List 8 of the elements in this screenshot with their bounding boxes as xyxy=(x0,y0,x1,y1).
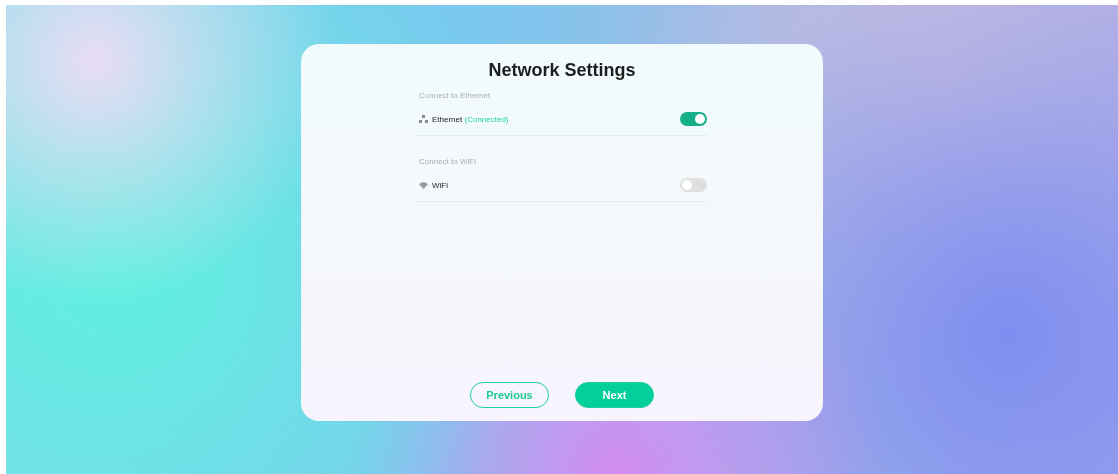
toggle-switch[interactable] xyxy=(680,112,707,126)
page-title: Network Settings xyxy=(488,60,636,81)
connection-label: Ethernet (Connected) xyxy=(432,114,510,124)
network-icon xyxy=(419,115,428,123)
connection-label: WiFi xyxy=(432,180,449,190)
toggle-switch[interactable] xyxy=(680,178,707,192)
wifi-icon xyxy=(419,181,428,189)
next-button[interactable]: Next xyxy=(575,382,654,408)
